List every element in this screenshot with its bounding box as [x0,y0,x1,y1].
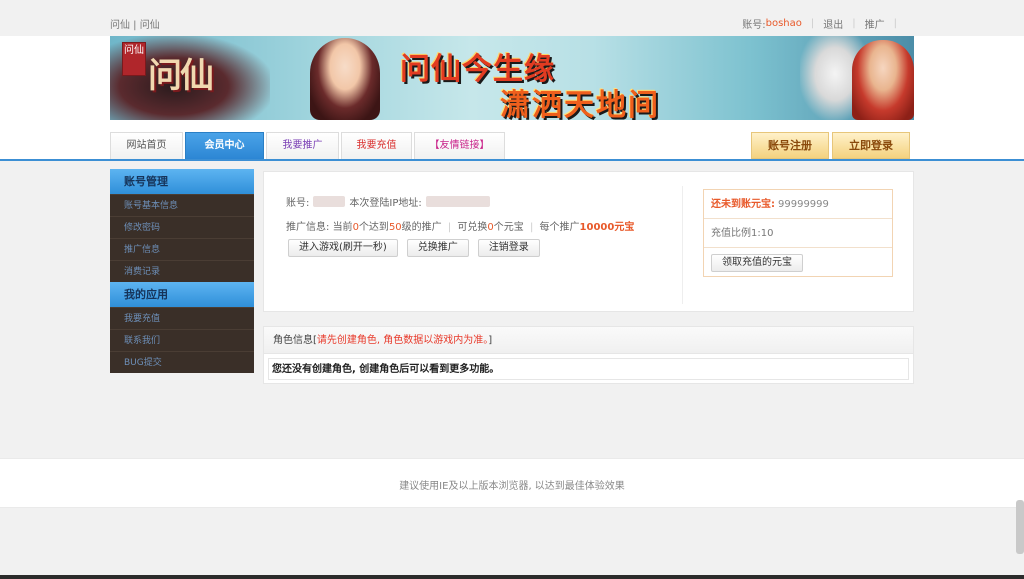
claim-row: 领取充值的元宝 [704,248,892,277]
role-title-suffix: ] [488,335,493,346]
site-links[interactable]: 问仙 | 问仙 [110,16,160,31]
sidebar-item-bug-report[interactable]: BUG提交 [110,351,254,373]
ip-label: 本次登陆IP地址: [349,198,422,209]
character-girl-illustration [310,38,380,120]
ip-value-redacted [425,196,490,207]
character-warrior-illustration [852,40,914,120]
bottom-edge [0,575,1024,579]
tab-promote[interactable]: 我要推广 [266,132,339,159]
promo-label: 推广信息: [286,222,330,233]
redeem-text: 个元宝 [493,222,524,233]
account-actions: 进入游戏(刷开一秒) 兑换推广 注销登录 [288,239,540,257]
per-promo-text: 每个推广 [539,222,580,233]
game-banner: 问仙 问仙 问仙今生缘 潇洒天地间 [110,36,914,120]
separator: | [893,18,897,29]
promo-text: 当前 [332,222,353,233]
sidebar-item-promo-info[interactable]: 推广信息 [110,238,254,260]
browser-note: 建议使用IE及以上版本浏览器, 以达到最佳体验效果 [399,481,625,492]
logout-link[interactable]: 退出 [823,16,843,31]
sidebar-item-contact[interactable]: 联系我们 [110,329,254,351]
promote-link[interactable]: 推广 [865,16,885,31]
role-title-warning: 请先创建角色, 角色数据以游戏内为准。 [316,335,489,346]
nav-divider [0,159,1024,161]
unclaimed-label: 还未到账元宝: [711,199,775,210]
sidebar-item-consumption-log[interactable]: 消费记录 [110,260,254,282]
role-panel: 角色信息[请先创建角色, 角色数据以游戏内为准。] 您还没有创建角色, 创建角色… [263,326,914,384]
red-seal: 问仙 [122,42,146,76]
top-bar: 问仙 | 问仙 账号: boshao | 退出 | 推广 | [0,0,1024,36]
separator: | [810,18,815,29]
footer: 建议使用IE及以上版本浏览器, 以达到最佳体验效果 [0,458,1024,508]
separator: | [529,222,534,233]
account-value-redacted [313,196,346,207]
sidebar-item-recharge[interactable]: 我要充值 [110,307,254,329]
promo-text: 级的推广 [401,222,442,233]
sidebar: 账号管理 账号基本信息 修改密码 推广信息 消费记录 我的应用 我要充值 联系我… [110,169,254,373]
banner-slogan-2: 潇洒天地间 [500,88,660,120]
sidebar-item-account-info[interactable]: 账号基本信息 [110,194,254,216]
role-title-prefix: 角色信息[ [273,335,317,346]
sidebar-item-change-password[interactable]: 修改密码 [110,216,254,238]
promo-text: 个达到 [358,222,389,233]
unclaimed-value: 99999999 [778,199,829,210]
promo-row: 推广信息: 当前0个达到50级的推广 | 可兑换0个元宝 | 每个推广10000… [286,218,634,233]
recharge-box: 还未到账元宝: 99999999 充值比例1:10 领取充值的元宝 [703,189,893,277]
exchange-promo-button[interactable]: 兑换推广 [406,239,469,257]
ratio-label: 充值比例1:10 [711,228,774,239]
role-panel-title: 角色信息[请先创建角色, 角色数据以游戏内为准。] [264,327,913,354]
panel-divider [682,186,683,304]
account-row: 账号: 本次登陆IP地址: [286,194,494,209]
user-bar: 账号: boshao | 退出 | 推广 | [742,16,906,31]
account-prefix: 账号: [742,20,766,31]
separator: | [447,222,452,233]
auth-buttons: 账号注册 立即登录 [751,132,910,159]
username-link[interactable]: boshao [766,18,802,29]
account-panel: 账号: 本次登陆IP地址: 推广信息: 当前0个达到50级的推广 | 可兑换0个… [263,171,914,312]
promo-level: 50 [388,222,402,233]
sidebar-section-apps: 我的应用 [110,282,254,307]
register-button[interactable]: 账号注册 [751,132,829,159]
main-nav: 网站首页 会员中心 我要推广 我要充值 【友情链接】 [110,132,505,160]
ratio-row: 充值比例1:10 [704,219,892,248]
tab-friend-links[interactable]: 【友情链接】 [414,132,505,159]
sidebar-section-account: 账号管理 [110,169,254,194]
enter-game-button[interactable]: 进入游戏(刷开一秒) [288,239,398,257]
game-logo: 问仙 [148,56,214,96]
claim-ingots-button[interactable]: 领取充值的元宝 [711,254,803,272]
account-label: 账号: [286,198,310,209]
redeem-text: 可兑换 [457,222,488,233]
tab-recharge[interactable]: 我要充值 [341,132,412,159]
tab-home[interactable]: 网站首页 [110,132,183,159]
per-promo-amount: 10000元宝 [579,222,635,233]
role-empty-message: 您还没有创建角色, 创建角色后可以看到更多功能。 [268,358,909,380]
separator: | [852,18,856,29]
unclaimed-row: 还未到账元宝: 99999999 [704,190,892,219]
login-button[interactable]: 立即登录 [832,132,910,159]
logout-button[interactable]: 注销登录 [477,239,540,257]
tab-member-center[interactable]: 会员中心 [185,132,264,159]
scrollbar-thumb[interactable] [1016,500,1024,554]
